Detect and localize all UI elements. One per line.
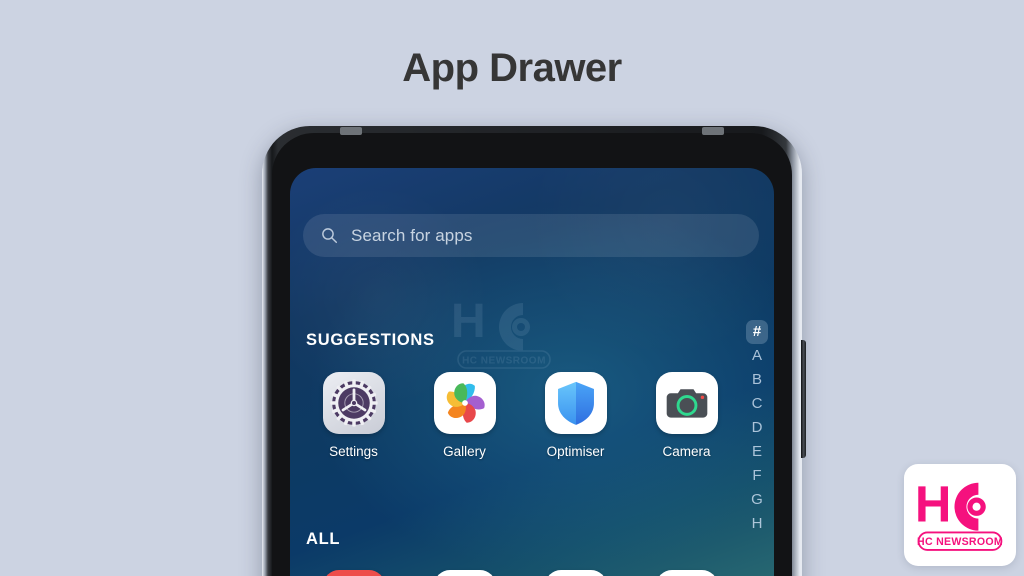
gallery-flower-icon — [433, 372, 496, 434]
phone-screen: H HC NEWSROOM Search for apps SUGGESTION… — [290, 168, 774, 576]
page-title: App Drawer — [402, 46, 622, 90]
alpha-index-item-hash[interactable]: # — [746, 320, 768, 344]
app-item-optimiser[interactable]: Optimiser — [520, 372, 631, 459]
app-grid-all — [298, 570, 766, 576]
optimiser-shield-icon — [544, 372, 607, 434]
appgallery-icon — [322, 570, 385, 576]
alpha-index-item-e[interactable]: E — [746, 440, 768, 464]
assistant-icon — [433, 570, 496, 576]
alpha-index-item-c[interactable]: C — [746, 392, 768, 416]
camera-icon — [655, 372, 718, 434]
search-placeholder-text: Search for apps — [351, 225, 473, 245]
alpha-index-item-b[interactable]: B — [746, 368, 768, 392]
hc-newsroom-watermark: H HC NEWSROOM — [451, 295, 551, 369]
app-item-assistant[interactable] — [409, 570, 520, 576]
app-item-gallery[interactable]: Gallery — [409, 372, 520, 459]
hc-newsroom-badge: H HC NEWSROOM — [904, 464, 1016, 566]
app-item-settings[interactable]: Settings — [298, 372, 409, 459]
volume-button[interactable] — [801, 340, 806, 458]
app-item-appgallery[interactable] — [298, 570, 409, 576]
alpha-index-item-g[interactable]: G — [746, 488, 768, 512]
svg-text:H: H — [451, 295, 486, 348]
calculator-icon — [655, 570, 718, 576]
phone-device-mockup: H HC NEWSROOM Search for apps SUGGESTION… — [262, 126, 806, 576]
alpha-index-item-f[interactable]: F — [746, 464, 768, 488]
section-header-suggestions: SUGGESTIONS — [306, 331, 435, 349]
app-label: Optimiser — [546, 444, 605, 459]
search-input[interactable]: Search for apps — [303, 214, 759, 257]
browser-compass-icon — [544, 570, 607, 576]
alpha-index-item-d[interactable]: D — [746, 416, 768, 440]
hc-newsroom-logo-icon: H HC NEWSROOM — [915, 475, 1003, 551]
app-item-calculator[interactable] — [631, 570, 742, 576]
app-item-camera[interactable]: Camera — [631, 372, 742, 459]
settings-gear-icon — [322, 372, 385, 434]
svg-text:HC NEWSROOM: HC NEWSROOM — [917, 536, 1003, 548]
app-label: Gallery — [443, 444, 486, 459]
antenna-line-left — [340, 127, 362, 135]
app-grid-suggestions: Settings Gallery Optimiser Camera — [298, 372, 766, 459]
app-label: Camera — [662, 444, 711, 459]
antenna-line-right — [702, 127, 724, 135]
search-icon — [322, 228, 338, 244]
svg-text:H: H — [915, 475, 952, 532]
alpha-index-item-a[interactable]: A — [746, 344, 768, 368]
alpha-index-item-h[interactable]: H — [746, 512, 768, 536]
alphabet-index[interactable]: # A B C D E F G H — [744, 320, 770, 536]
app-item-browser[interactable] — [520, 570, 631, 576]
section-header-all: ALL — [306, 530, 341, 548]
svg-text:HC NEWSROOM: HC NEWSROOM — [462, 356, 546, 367]
app-label: Settings — [329, 444, 378, 459]
